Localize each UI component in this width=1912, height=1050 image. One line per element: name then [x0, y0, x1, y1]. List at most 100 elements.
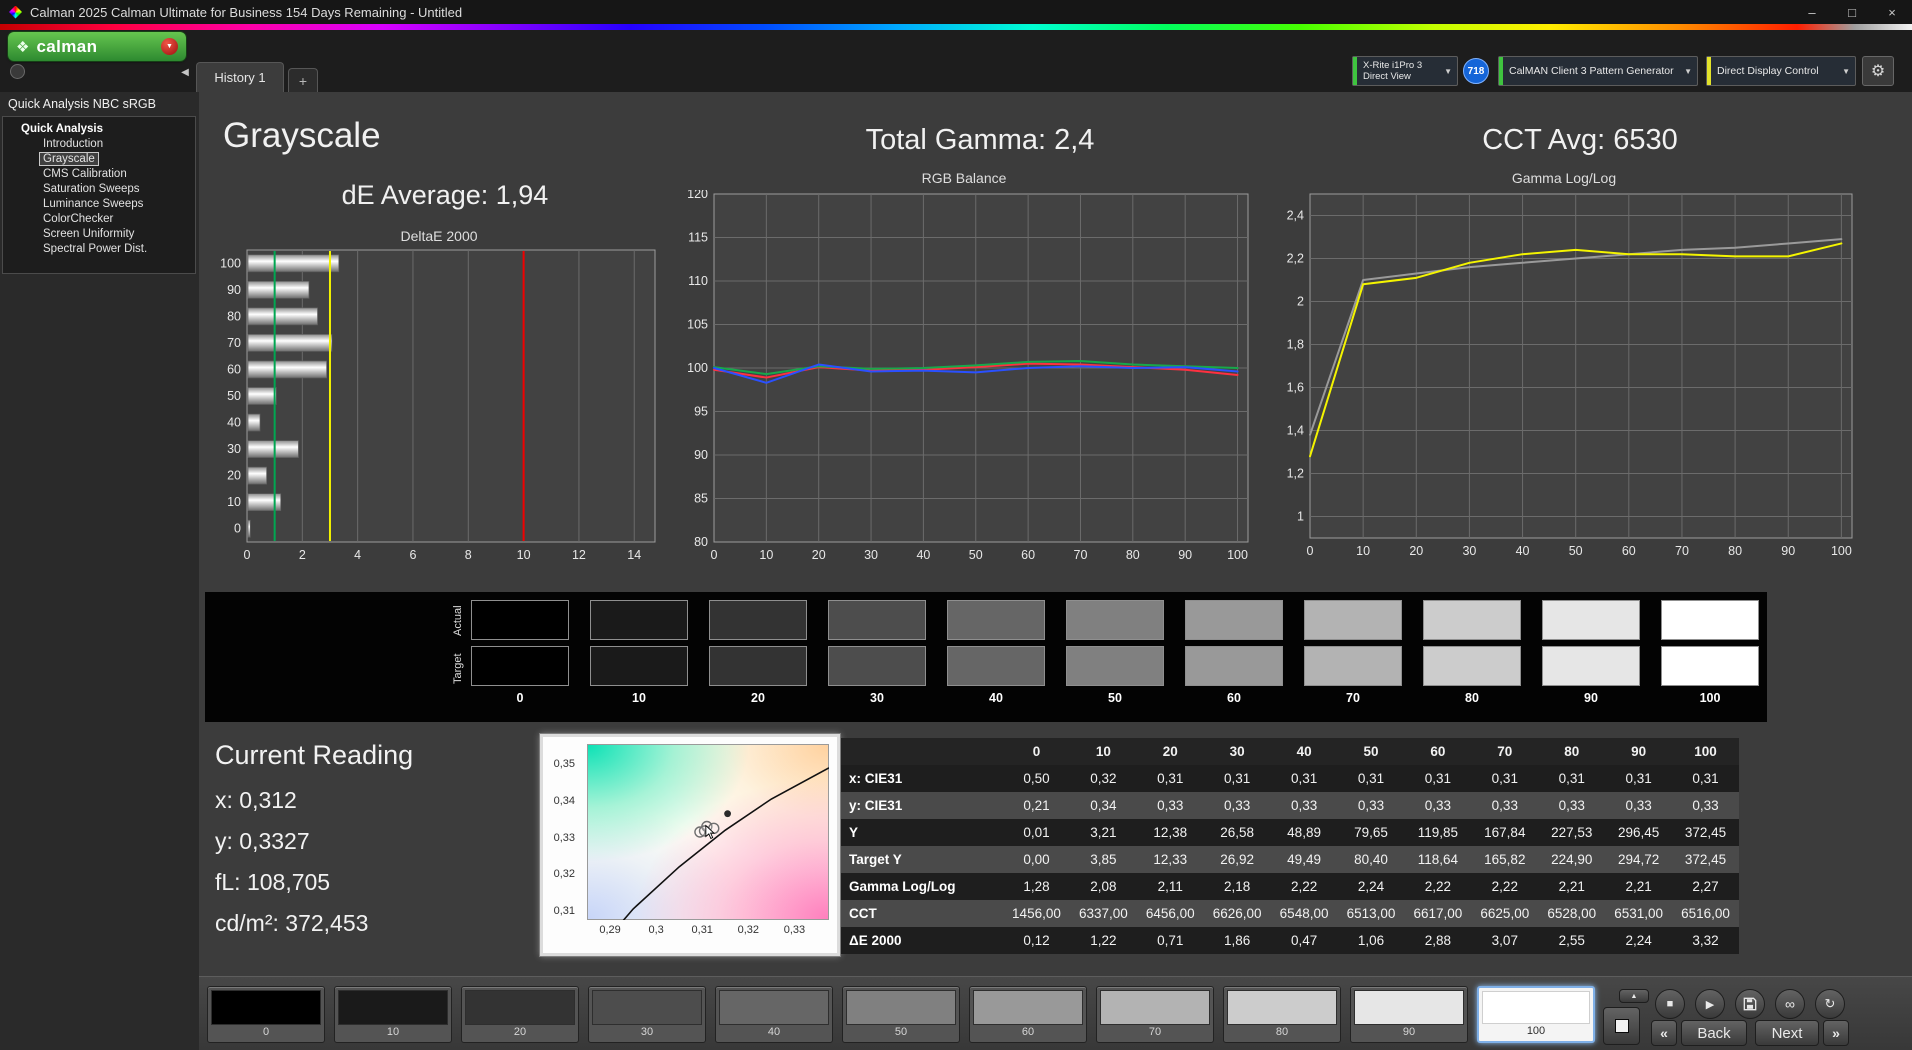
back-button[interactable]: Back [1681, 1020, 1747, 1046]
calman-logo-menu[interactable]: ❖ calman ▼ [8, 32, 186, 61]
meter-select[interactable]: X-Rite i1Pro 3 Direct View ▼ [1352, 56, 1458, 86]
table-col-30: 30 [1204, 744, 1271, 759]
minimize-button[interactable]: – [1792, 0, 1832, 24]
cell-e-2000-60: 2,88 [1404, 933, 1471, 948]
cell-target-y-80: 224,90 [1538, 852, 1605, 867]
sidebar: Quick Analysis NBC sRGB Quick Analysis I… [0, 92, 199, 1050]
gear-icon: ⚙ [1871, 61, 1885, 81]
chevron-down-icon: ▼ [1842, 67, 1855, 76]
target-swatch-40 [947, 646, 1045, 686]
cell-cct-30: 6626,00 [1204, 906, 1271, 921]
cell-y-90: 296,45 [1605, 825, 1672, 840]
row-label: y: CIE31 [841, 798, 1003, 813]
next-button[interactable]: Next [1755, 1020, 1819, 1046]
sidebar-item-grayscale[interactable]: Grayscale [39, 152, 99, 166]
sidebar-item-saturation-sweeps[interactable]: Saturation Sweeps [39, 182, 144, 196]
svg-text:90: 90 [694, 448, 708, 462]
meter-mode: Direct View [1363, 71, 1440, 82]
sidebar-item-introduction[interactable]: Introduction [39, 137, 107, 151]
play-button[interactable]: ▶ [1695, 989, 1725, 1019]
level-button-100[interactable]: 100 [1477, 986, 1595, 1043]
cell-e-2000-0: 0,12 [1003, 933, 1070, 948]
actual-swatch-60 [1185, 600, 1283, 640]
logo-dropdown-button[interactable]: ▼ [161, 38, 178, 55]
svg-text:10: 10 [227, 495, 241, 509]
tab-history-1[interactable]: History 1 [196, 62, 284, 92]
level-button-90[interactable]: 90 [1350, 986, 1468, 1043]
level-button-0[interactable]: 0 [207, 986, 325, 1043]
panel-menu-button[interactable] [10, 64, 25, 79]
settings-button[interactable]: ⚙ [1862, 56, 1894, 86]
scroll-up-button[interactable]: ▲ [1619, 989, 1649, 1003]
svg-text:2: 2 [1297, 295, 1304, 309]
meter-badge[interactable]: 718 [1463, 58, 1489, 84]
cell-y-cie31-80: 0,33 [1538, 798, 1605, 813]
sidebar-item-luminance-sweeps[interactable]: Luminance Sweeps [39, 197, 147, 211]
cell-gamma-log-log-20: 2,11 [1137, 879, 1204, 894]
cell-y-20: 12,38 [1137, 825, 1204, 840]
results-table: 0102030405060708090100x: CIE310,500,320,… [841, 738, 1739, 954]
target-swatch-60 [1185, 646, 1283, 686]
cell-x-cie31-90: 0,31 [1605, 771, 1672, 786]
sidebar-item-cms-calibration[interactable]: CMS Calibration [39, 167, 131, 181]
table-row-y: Y0,013,2112,3826,5848,8979,65119,85167,8… [841, 819, 1739, 846]
back-skip-button[interactable]: « [1651, 1020, 1677, 1046]
cie-diagram[interactable]: 0,350,340,330,320,310,290,30,310,320,33 [540, 734, 840, 956]
logo-name: calman [36, 37, 161, 57]
level-button-30[interactable]: 30 [588, 986, 706, 1043]
cie-x-tick-0,32: 0,32 [728, 924, 768, 936]
sidebar-item-screen-uniformity[interactable]: Screen Uniformity [39, 227, 138, 241]
level-button-50[interactable]: 50 [842, 986, 960, 1043]
actual-swatch-70 [1304, 600, 1402, 640]
display-control-select[interactable]: Direct Display Control ▼ [1706, 56, 1856, 86]
cell-y-cie31-30: 0,33 [1204, 798, 1271, 813]
level-button-40[interactable]: 40 [715, 986, 833, 1043]
table-col-40: 40 [1271, 744, 1338, 759]
sidebar-item-spectral-power-dist[interactable]: Spectral Power Dist. [39, 242, 151, 256]
level-button-60[interactable]: 60 [969, 986, 1087, 1043]
stop-button[interactable]: ■ [1655, 989, 1685, 1019]
actual-swatch-20 [709, 600, 807, 640]
table-col-70: 70 [1471, 744, 1538, 759]
cell-y-cie31-90: 0,33 [1605, 798, 1672, 813]
strip-level-label-0: 0 [471, 691, 569, 707]
level-label-60: 60 [973, 1025, 1083, 1039]
svg-text:2,2: 2,2 [1287, 252, 1304, 266]
add-tab-button[interactable]: + [288, 68, 318, 92]
svg-text:8: 8 [465, 548, 472, 562]
cell-x-cie31-80: 0,31 [1538, 771, 1605, 786]
save-button[interactable] [1735, 989, 1765, 1019]
actual-swatch-90 [1542, 600, 1640, 640]
sidebar-collapse-button[interactable]: ◀ [176, 64, 194, 80]
svg-text:40: 40 [916, 548, 930, 562]
level-button-20[interactable]: 20 [461, 986, 579, 1043]
continuous-measure-button[interactable]: ∞ [1775, 989, 1805, 1019]
next-skip-button[interactable]: » [1823, 1020, 1849, 1046]
chevron-down-icon: ▼ [1444, 67, 1457, 76]
tree-root[interactable]: Quick Analysis [3, 122, 195, 137]
target-swatch-80 [1423, 646, 1521, 686]
loop-button[interactable]: ↻ [1815, 989, 1845, 1019]
svg-text:90: 90 [1178, 548, 1192, 562]
strip-level-label-90: 90 [1542, 691, 1640, 707]
rgb-balance-chart-title: RGB Balance [668, 168, 1260, 190]
svg-text:30: 30 [1462, 544, 1476, 558]
pattern-window-button[interactable] [1603, 1007, 1640, 1045]
cell-e-2000-20: 0,71 [1137, 933, 1204, 948]
cie-plot-overlay [587, 744, 829, 920]
svg-text:80: 80 [694, 535, 708, 549]
cell-target-y-60: 118,64 [1404, 852, 1471, 867]
cell-y-cie31-10: 0,34 [1070, 798, 1137, 813]
cie-x-tick-0,3: 0,3 [636, 924, 676, 936]
sidebar-item-colorchecker[interactable]: ColorChecker [39, 212, 117, 226]
svg-text:1,6: 1,6 [1287, 381, 1304, 395]
close-button[interactable]: × [1872, 0, 1912, 24]
logo-gem-icon: ❖ [16, 38, 29, 56]
level-button-10[interactable]: 10 [334, 986, 452, 1043]
pattern-generator-select[interactable]: CalMAN Client 3 Pattern Generator ▼ [1498, 56, 1698, 86]
level-button-70[interactable]: 70 [1096, 986, 1214, 1043]
level-button-80[interactable]: 80 [1223, 986, 1341, 1043]
maximize-button[interactable]: □ [1832, 0, 1872, 24]
svg-text:6: 6 [409, 548, 416, 562]
cell-gamma-log-log-80: 2,21 [1538, 879, 1605, 894]
